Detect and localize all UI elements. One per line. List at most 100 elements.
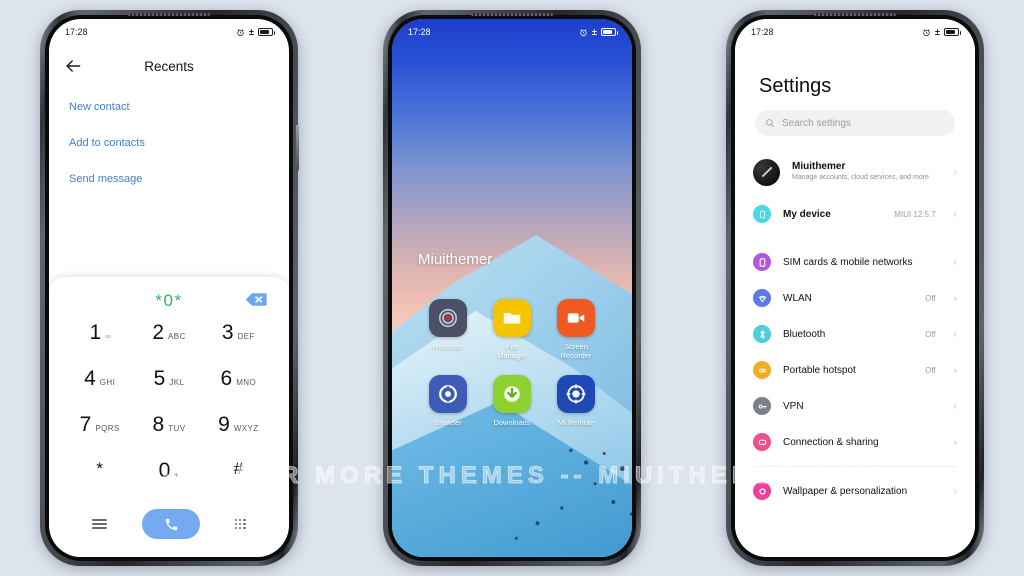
app-mi-remote[interactable]: Mi Remote [544,374,608,427]
dialpad-key-3[interactable]: 3 DEF [204,321,273,367]
dialpad-keys: 1 ∞ 2 ABC 3 DEF 4 GHI 5 JKL 6 MNO 7 PQRS 8 TUV 9 WXYZ * 0 + # [49,319,289,505]
remote-control-icon [557,374,595,413]
wallpaper [392,19,632,557]
vpn-key-icon [753,397,771,415]
settings-row-wallpaper-personalization[interactable]: Wallpaper & personalization › [735,473,975,509]
battery-icon [601,28,618,36]
dialpad-key-9[interactable]: 9 WXYZ [204,413,273,459]
search-input[interactable]: Search settings [755,110,955,136]
key-letters: JKL [169,378,185,387]
settings-label: Bluetooth [783,328,826,340]
phone-device-icon [753,205,771,223]
chevron-right-icon: › [953,485,957,497]
settings-label: Wallpaper & personalization [783,485,908,497]
battery-icon [258,28,275,36]
settings-row-sim-cards-mobile-networks[interactable]: SIM cards & mobile networks › [735,244,975,280]
key-digit: 0 [158,459,171,482]
dialpad-key-6[interactable]: 6 MNO [204,367,273,413]
dialpad-key-hash[interactable]: # [204,459,273,505]
backspace-icon[interactable] [245,292,267,307]
chevron-right-icon: › [953,436,957,448]
key-digit: 9 [218,413,230,436]
contact-actions: New contact Add to contacts Send message [49,87,289,185]
app-icon-grid: Recorder File Manager Screen Recorder Brows… [392,299,632,427]
dialpad-key-star[interactable]: * [65,459,134,505]
chevron-right-icon: › [953,364,957,376]
charging-icon: ± [249,26,254,37]
page-title: Settings [759,75,832,97]
key-letters: PQRS [95,424,120,433]
alarm-clock-icon [923,28,930,36]
chevron-right-icon: › [953,328,957,340]
earpiece-grille-icon [128,12,210,16]
hamburger-menu-icon[interactable] [92,516,108,531]
key-letters: TUV [168,424,186,433]
dialpad-key-5[interactable]: 5 JKL [134,367,203,413]
dialpad-key-2[interactable]: 2 ABC [134,321,203,367]
voicemail-icon: ∞ [105,332,111,341]
call-button[interactable] [142,509,201,539]
dialpad-key-0[interactable]: 0 + [134,459,203,505]
app-file-manager[interactable]: File Manager [480,299,544,361]
status-bar: 17:28 ± [392,19,632,45]
app-label: Recorder [432,342,464,351]
browser-compass-icon [429,374,467,413]
phone-home: 17:28 ± Miuithemer Recorder File Manager S… [383,10,641,566]
dialpad-key-7[interactable]: 7 PQRS [65,413,134,459]
app-recorder[interactable]: Recorder [416,299,480,361]
app-label: File Manager [497,342,527,361]
settings-label: Portable hotspot [783,364,856,376]
settings-value: Off [925,293,936,303]
account-subtitle: Manage accounts, cloud services, and mor… [792,174,929,182]
send-message-link[interactable]: Send message [69,173,269,185]
app-bar: Recents [49,45,289,87]
key-digit: 2 [152,321,164,344]
charging-icon: ± [592,26,597,37]
settings-row-portable-hotspot[interactable]: Portable hotspot Off › [735,352,975,388]
bezel: 17:28 ± Recents New contact Add to conta… [45,12,299,561]
settings-list-bottom: Wallpaper & personalization › [735,473,975,509]
wallpaper-icon [753,482,771,500]
app-label: Downloads [493,417,531,427]
recorder-icon [429,299,467,337]
settings-row-vpn[interactable]: VPN › [735,388,975,424]
status-icons: ± [922,26,961,37]
earpiece-grille-icon [814,12,896,16]
settings-label: My device [783,208,831,220]
divider [755,466,955,467]
back-arrow-icon[interactable] [63,56,83,76]
key-letters: + [174,470,180,479]
new-contact-link[interactable]: New contact [69,101,269,113]
dialpad-key-8[interactable]: 8 TUV [134,413,203,459]
volume-button[interactable] [296,125,299,171]
download-arrow-icon [493,374,531,413]
key-digit: 7 [79,413,92,436]
bluetooth-icon [753,325,771,343]
key-digit: 4 [84,367,96,390]
settings-row-my-device[interactable]: My device MIUI 12.5.7 › [735,196,975,232]
status-bar: 17:28 ± [49,19,289,45]
add-to-contacts-link[interactable]: Add to contacts [69,137,269,149]
settings-row-wlan[interactable]: WLAN Off › [735,280,975,316]
earpiece-grille-icon [471,12,553,16]
dialpad-key-4[interactable]: 4 GHI [65,367,134,413]
battery-icon [944,28,961,36]
hotspot-icon [753,361,771,379]
app-downloads[interactable]: Downloads [480,374,544,427]
dialpad-grid-icon[interactable] [234,518,246,530]
charging-icon: ± [935,26,940,37]
settings-row-account[interactable]: Miuithemer Manage accounts, cloud servic… [735,148,975,196]
key-letters: DEF [237,332,255,341]
settings-row-bluetooth[interactable]: Bluetooth Off › [735,316,975,352]
chevron-right-icon: › [953,166,957,178]
settings-row-connection-sharing[interactable]: Connection & sharing › [735,424,975,460]
account-text: Miuithemer Manage accounts, cloud servic… [792,161,942,182]
dialer-actions [49,505,289,539]
key-digit: 8 [152,413,165,436]
screen-settings: 17:28 ± Settings Search settings Miuithe… [735,19,975,557]
dialpad-key-1[interactable]: 1 ∞ [65,321,134,367]
app-browser[interactable]: Browser [416,374,480,427]
settings-content: Settings Search settings Miuithemer Mana… [735,19,975,557]
app-screen-recorder[interactable]: Screen Recorder [544,299,608,361]
